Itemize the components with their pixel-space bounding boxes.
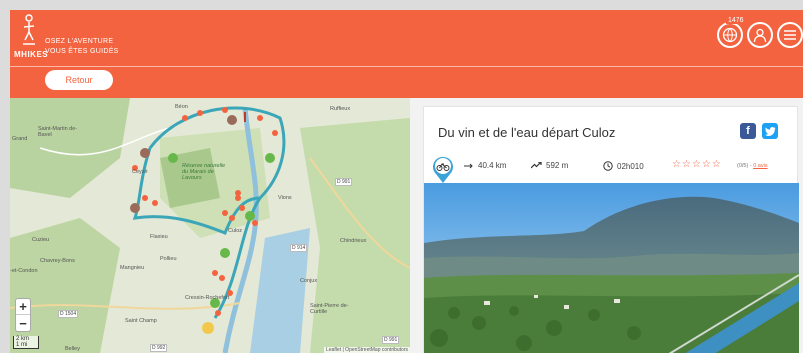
elevation-stat: 592 m — [531, 161, 568, 170]
trail-map[interactable]: Béon Saint-Martin de-Bavel Grand Ceyzé C… — [10, 98, 410, 353]
road-label: D 1504 — [58, 310, 79, 318]
tagline: OSEZ L'AVENTURE VOUS ÊTES GUIDÉS — [45, 37, 119, 57]
place-label: Flaxieu — [150, 234, 168, 240]
place-label: Belley — [65, 346, 80, 352]
map-attribution[interactable]: Leaflet | OpenStreetMap contributors — [324, 347, 410, 353]
logo[interactable]: MHIKES — [14, 14, 48, 62]
rating-summary: (0/5) - 0 avis — [737, 163, 768, 169]
globe-button[interactable]: 1476 — [717, 17, 746, 48]
place-label: Vions — [278, 195, 292, 201]
clock-icon — [603, 161, 613, 171]
twitter-icon — [764, 126, 775, 136]
place-label: Saint-Pierre de-Curtille — [310, 303, 349, 315]
menu-icon — [784, 30, 796, 40]
rating-stars[interactable]: ☆☆☆☆☆ — [672, 159, 722, 170]
app-frame: MHIKES OSEZ L'AVENTURE VOUS ÊTES GUIDÉS … — [10, 10, 803, 353]
tagline-line-1: OSEZ L'AVENTURE — [45, 38, 114, 45]
arrow-right-icon — [464, 163, 473, 168]
logo-text: MHIKES — [14, 50, 49, 59]
hiker-logo-icon — [23, 14, 35, 45]
header-actions: 1476 — [717, 17, 803, 48]
facebook-share-button[interactable]: f — [740, 123, 756, 139]
reserve-label: Réserve naturelle du Marais de Lavours — [182, 163, 226, 181]
zoom-in-button[interactable]: + — [16, 299, 30, 315]
elevation-value: 592 m — [546, 161, 569, 170]
place-label: Saint Champ — [125, 318, 157, 324]
twitter-share-button[interactable] — [762, 123, 778, 139]
trend-up-icon — [531, 162, 542, 169]
road-label: D 992 — [150, 344, 168, 352]
place-label: Culoz — [228, 228, 243, 234]
rating-score: (0/5) - — [737, 163, 754, 169]
place-label: Pollieu — [160, 256, 177, 262]
header-divider — [10, 66, 803, 67]
road-label: D 914 — [290, 244, 308, 252]
distance-stat: 40.4 km — [464, 161, 506, 170]
place-label: Grand — [12, 136, 28, 142]
site-header: MHIKES OSEZ L'AVENTURE VOUS ÊTES GUIDÉS … — [10, 10, 803, 98]
place-label: Ceyzé — [132, 169, 148, 175]
place-label: Chavrey-Bons — [40, 258, 75, 264]
tagline-line-2: VOUS ÊTES GUIDÉS — [45, 48, 119, 55]
place-label: Mangnieu — [120, 265, 145, 271]
place-label: Cressin-Rochefort — [185, 295, 230, 301]
place-label: Saint-Martin de-Bavel — [38, 126, 78, 138]
zoom-control: + − — [15, 298, 31, 332]
place-label: -et-Condon — [10, 268, 38, 274]
back-button[interactable]: Retour — [45, 70, 113, 90]
bike-icon — [433, 156, 453, 183]
scale-mi: 1 mi — [16, 342, 28, 348]
road-label: D 991 — [335, 178, 353, 186]
globe-icon — [722, 27, 738, 43]
trail-photo — [424, 183, 799, 353]
trail-card: Du vin et de l'eau départ Culoz f 40.4 k… — [423, 106, 799, 353]
reviews-link[interactable]: 0 avis — [753, 163, 767, 169]
duration-stat: 02h010 — [603, 161, 644, 171]
distance-value: 40.4 km — [478, 161, 507, 170]
trail-title: Du vin et de l'eau départ Culoz — [438, 125, 616, 140]
zoom-out-button[interactable]: − — [16, 315, 30, 331]
place-label: Béon — [175, 104, 188, 110]
place-label: Cuzieu — [32, 237, 50, 243]
place-label: Ruffieux — [330, 106, 351, 112]
road-label: D 991 — [382, 336, 400, 344]
menu-button[interactable] — [777, 22, 803, 48]
account-button[interactable] — [747, 22, 773, 48]
trail-count-badge: 1476 — [726, 17, 746, 24]
map-scale: 2 km 1 mi — [13, 336, 39, 349]
place-label: Conjux — [300, 278, 318, 284]
landscape-photo — [424, 183, 799, 353]
place-label: Chindrieux — [340, 238, 367, 244]
user-icon — [753, 28, 767, 43]
facebook-icon: f — [746, 125, 750, 137]
duration-value: 02h010 — [617, 161, 644, 171]
